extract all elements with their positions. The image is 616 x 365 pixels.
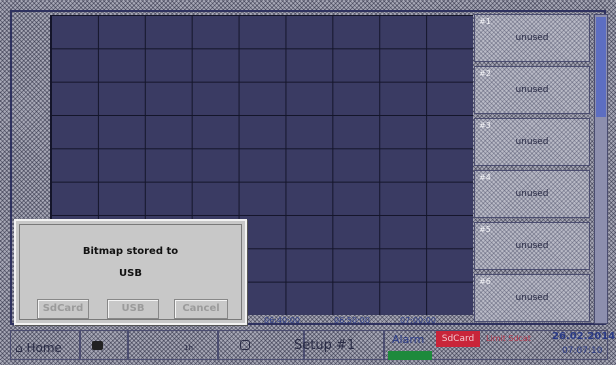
interval-button[interactable] bbox=[128, 330, 218, 360]
x-tick-label: 07:00:00 bbox=[400, 316, 436, 325]
dialog-title: Bitmap stored to bbox=[82, 246, 179, 257]
channel-scrollbar[interactable] bbox=[594, 14, 608, 324]
channel-slot-5[interactable]: #5 unused bbox=[474, 222, 590, 270]
channel-slot-1[interactable]: #1 unused bbox=[474, 14, 590, 62]
alarm-label: Alarm bbox=[392, 333, 425, 346]
clock-icon bbox=[240, 340, 250, 350]
channel-label: unused bbox=[515, 293, 549, 303]
dialog-target: USB bbox=[119, 268, 142, 279]
channel-number: #2 bbox=[479, 69, 491, 78]
limit-label: Limit Sdcat bbox=[486, 334, 531, 343]
home-icon: ⌂ bbox=[15, 341, 23, 355]
interval-label: 1h bbox=[184, 344, 193, 352]
sdcard-badge: SdCard bbox=[436, 331, 480, 347]
x-tick-label: 06:40:00 bbox=[264, 316, 300, 325]
home-button[interactable]: ⌂ Home bbox=[10, 330, 80, 360]
status-indicator bbox=[388, 351, 432, 360]
channel-number: #4 bbox=[479, 173, 491, 182]
channel-label: unused bbox=[515, 189, 549, 199]
camera-button[interactable] bbox=[80, 330, 128, 360]
cancel-button[interactable]: Cancel bbox=[174, 299, 228, 319]
time-label: 07:07:10 bbox=[562, 346, 603, 356]
reserved-button[interactable] bbox=[218, 330, 304, 360]
channel-label: unused bbox=[515, 241, 549, 251]
channel-number: #1 bbox=[479, 17, 491, 26]
channel-label: unused bbox=[515, 85, 549, 95]
bitmap-stored-dialog: Bitmap stored to USB SdCard USB Cancel bbox=[14, 219, 247, 325]
date-label: 26.02.2014 bbox=[552, 331, 616, 342]
channel-label: unused bbox=[515, 33, 549, 43]
setup-label: Setup #1 bbox=[294, 338, 356, 353]
channel-number: #5 bbox=[479, 225, 491, 234]
channel-slot-6[interactable]: #6 unused bbox=[474, 274, 590, 322]
channel-label: unused bbox=[515, 137, 549, 147]
home-label: Home bbox=[26, 341, 62, 355]
x-tick-label: 06:50:00 bbox=[334, 316, 370, 325]
camera-icon bbox=[92, 341, 103, 350]
scrollbar-thumb[interactable] bbox=[596, 17, 606, 117]
sdcard-button[interactable]: SdCard bbox=[37, 299, 89, 319]
usb-button[interactable]: USB bbox=[107, 299, 159, 319]
channel-slot-3[interactable]: #3 unused bbox=[474, 118, 590, 166]
channel-slot-2[interactable]: #2 unused bbox=[474, 66, 590, 114]
channel-number: #6 bbox=[479, 277, 491, 286]
channel-slot-4[interactable]: #4 unused bbox=[474, 170, 590, 218]
channel-number: #3 bbox=[479, 121, 491, 130]
